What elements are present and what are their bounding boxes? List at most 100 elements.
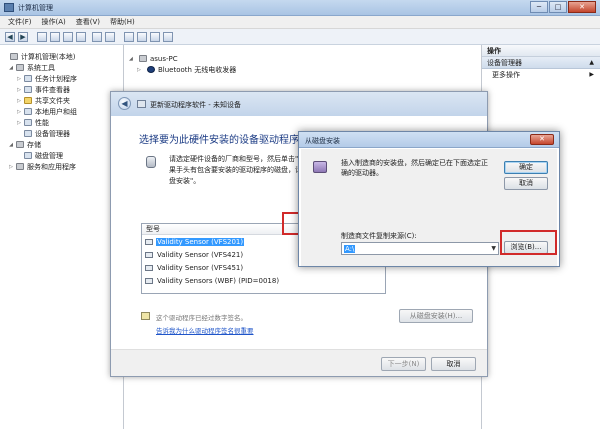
browse-highlight [500,230,557,255]
collapsed-arrow-icon[interactable]: ▷ [16,120,22,126]
tree-item-label: 服务和应用程序 [27,162,76,171]
model-item-label: Validity Sensor (VFS201) [156,237,245,246]
tree-item-disk-management[interactable]: 磁盘管理 [0,150,123,161]
actions-section-label: 设备管理器 [487,59,522,67]
tree-item-performance[interactable]: ▷ 性能 [0,117,123,128]
cancel-button[interactable]: 取消 [431,357,476,371]
tree-item-event-viewer[interactable]: ▷ 事件查看器 [0,84,123,95]
tree-item-device-manager[interactable]: 设备管理器 [0,128,123,139]
users-icon [24,108,32,115]
ok-button[interactable]: 确定 [504,161,548,174]
window-title: 计算机管理 [18,4,53,12]
tree-item-label: 存储 [27,140,41,149]
tree-item-label: 任务计划程序 [35,74,77,83]
signed-driver-icon [141,312,150,320]
signature-info-link[interactable]: 告诉我为什么驱动程序签名很重要 [156,325,254,335]
menu-action[interactable]: 操作(A) [42,16,66,28]
driver-icon [145,264,153,271]
have-disk-button[interactable]: 从磁盘安装(H)... [399,309,473,323]
tree-item-label: 设备管理器 [35,129,70,138]
view-icon[interactable] [105,32,115,42]
disable-device-icon[interactable] [150,32,160,42]
wizard-footer: 下一步(N) 取消 [111,349,487,376]
dropdown-arrow-icon[interactable]: ▼ [491,245,496,252]
storage-icon [16,141,24,148]
collapsed-arrow-icon[interactable]: ▷ [16,87,22,93]
signature-status: 这个驱动程序已经过数字签名。 [156,314,247,322]
device-bluetooth[interactable]: ▷ Bluetooth 无线电收发器 [137,64,236,75]
model-item[interactable]: Validity Sensors (WBF) (PID=0018) [142,274,385,287]
driver-icon [145,238,153,245]
computer-icon [10,53,18,60]
shared-folder-icon [24,97,32,104]
minimize-button[interactable]: ─ [530,1,548,13]
device-manager-icon [24,130,32,137]
wizard-header: ◀ 更新驱动程序软件 - 未知设备 [111,92,487,116]
dialog-close-button[interactable]: ✕ [530,134,554,145]
properties-icon[interactable] [63,32,73,42]
menu-help[interactable]: 帮助(H) [110,16,135,28]
copy-source-label: 制造商文件复制来源(C): [341,232,417,240]
menu-file[interactable]: 文件(F) [8,16,32,28]
collapsed-arrow-icon[interactable]: ▷ [16,76,22,82]
tree-item-label: 共享文件夹 [35,96,70,105]
dialog-message: 插入制造商的安装盘，然后确定已在下面选定正确的驱动器。 [341,159,488,177]
copy-source-value: A:\ [344,245,356,253]
close-button[interactable]: ✕ [568,1,596,13]
driver-icon [145,277,153,284]
back-arrow-icon[interactable]: ◀ [5,32,15,42]
show-hide-tree-icon[interactable] [50,32,60,42]
more-actions-label: 更多操作 [492,71,520,79]
toolbar: ◀ ▶ [0,29,600,45]
performance-icon [24,119,32,126]
model-item-label: Validity Sensor (VFS421) [157,250,244,259]
next-button[interactable]: 下一步(N) [381,357,426,371]
expanded-arrow-icon[interactable]: ◢ [8,65,14,71]
tree-item-label: 系统工具 [27,63,55,72]
computer-icon [139,55,147,62]
up-folder-icon[interactable] [37,32,47,42]
tools-icon [16,64,24,71]
dialog-cancel-button[interactable]: 取消 [504,177,548,190]
tree-item-label: 本地用户和组 [35,107,77,116]
more-actions-item[interactable]: 更多操作 ▶ [482,69,600,81]
device-root[interactable]: ◢ asus-PC [129,53,178,64]
forward-arrow-icon[interactable]: ▶ [18,32,28,42]
bluetooth-icon [147,66,155,73]
export-list-icon[interactable] [76,32,86,42]
device-list: ◢ asus-PC ▷ Bluetooth 无线电收发器 [125,45,480,85]
tree-item-system-tools[interactable]: ◢ 系统工具 [0,62,123,73]
menu-view[interactable]: 查看(V) [76,16,100,28]
update-driver-icon[interactable] [137,32,147,42]
title-bar: 计算机管理 ─ □ ✕ [0,0,600,16]
tree-item-storage[interactable]: ◢ 存储 [0,139,123,150]
driver-icon [145,251,153,258]
help-icon[interactable] [92,32,102,42]
tree-item-shared-folders[interactable]: ▷ 共享文件夹 [0,95,123,106]
actions-header: 操作 [482,45,600,57]
back-arrow-icon[interactable]: ◀ [118,97,131,110]
services-icon [16,163,24,170]
scan-hardware-icon[interactable] [124,32,134,42]
dialog-title: 从磁盘安装 [305,137,340,145]
collapsed-arrow-icon[interactable]: ▷ [137,67,145,73]
computer-management-icon [4,3,14,12]
collapse-up-icon[interactable]: ▲ [589,57,594,69]
maximize-button[interactable]: □ [549,1,567,13]
collapsed-arrow-icon[interactable]: ▷ [16,109,22,115]
collapsed-arrow-icon[interactable]: ▷ [8,164,14,170]
disk-management-icon [24,152,32,159]
tree-item-local-users[interactable]: ▷ 本地用户和组 [0,106,123,117]
collapsed-arrow-icon[interactable]: ▷ [16,98,22,104]
tree-item-computer-management[interactable]: 计算机管理(本地) [0,51,123,62]
event-viewer-icon [24,86,32,93]
expanded-arrow-icon[interactable]: ◢ [8,142,14,148]
copy-source-combobox[interactable]: A:\ ▼ [341,242,499,255]
submenu-arrow-icon: ▶ [589,71,594,78]
expanded-arrow-icon[interactable]: ◢ [129,56,137,62]
actions-section-device-manager[interactable]: 设备管理器 ▲ [482,57,600,69]
tree-item-task-scheduler[interactable]: ▷ 任务计划程序 [0,73,123,84]
tree-item-services-apps[interactable]: ▷ 服务和应用程序 [0,161,123,172]
uninstall-device-icon[interactable] [163,32,173,42]
tree-item-label: 磁盘管理 [35,151,63,160]
